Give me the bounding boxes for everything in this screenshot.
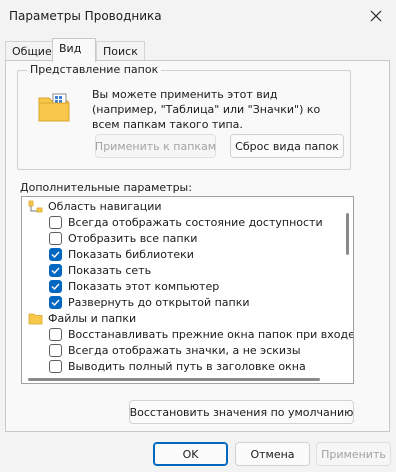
- check-icon: [51, 299, 60, 306]
- list-item-label: Область навигации: [48, 199, 162, 213]
- list-item[interactable]: Отобразить все папки: [49, 230, 353, 246]
- checkbox[interactable]: [49, 279, 62, 293]
- tab-label: Вид: [59, 42, 82, 55]
- list-item[interactable]: Всегда отображать состояние доступности: [49, 214, 353, 230]
- folder-view-description: Вы можете применить этот вид (например, …: [92, 88, 321, 131]
- close-button[interactable]: [356, 0, 396, 32]
- list-item-label: Всегда отображать состояние доступности: [68, 215, 323, 229]
- ok-button[interactable]: OK: [153, 442, 228, 466]
- check-icon: [51, 251, 60, 258]
- checkbox[interactable]: [49, 231, 62, 245]
- close-icon: [370, 10, 382, 22]
- list-item-label: Файлы и папки: [48, 311, 137, 325]
- tab-label: Поиск: [103, 45, 138, 58]
- list-item-label: Восстанавливать прежние окна папок при в…: [68, 327, 354, 341]
- list-item[interactable]: Восстанавливать прежние окна папок при в…: [49, 326, 354, 342]
- checkbox[interactable]: [49, 247, 62, 261]
- tab-general[interactable]: Общие: [5, 41, 59, 61]
- list-item: Файлы и папки: [28, 310, 348, 326]
- nav-pane-icon: [28, 200, 43, 212]
- list-item[interactable]: Всегда отображать значки, а не эскизы: [49, 342, 353, 358]
- dialog-footer: OK Отмена Применить: [0, 432, 396, 472]
- list-item[interactable]: Показать библиотеки: [49, 246, 353, 262]
- list-item-label: Выводить полный путь в заголовке окна: [68, 359, 306, 373]
- apply-button[interactable]: Применить: [316, 442, 391, 466]
- advanced-settings-label: Дополнительные параметры:: [20, 181, 192, 194]
- tab-label: Общие: [12, 45, 52, 58]
- vertical-scrollbar[interactable]: [346, 213, 349, 255]
- check-icon: [51, 267, 60, 274]
- folder-icon: [28, 313, 43, 324]
- list-item-label: Показать библиотеки: [68, 247, 194, 261]
- checkbox[interactable]: [49, 295, 62, 309]
- tab-view[interactable]: Вид: [52, 38, 96, 62]
- list-item[interactable]: Показать этот компьютер: [49, 278, 353, 294]
- list-item-label: Показать этот компьютер: [68, 279, 220, 293]
- checkbox[interactable]: [49, 215, 62, 229]
- checkbox[interactable]: [49, 359, 62, 373]
- list-item-label: Развернуть до открытой папки: [68, 295, 250, 309]
- list-item-label: Отобразить все папки: [68, 231, 198, 245]
- checkbox[interactable]: [49, 343, 62, 357]
- tab-search[interactable]: Поиск: [96, 41, 145, 61]
- reset-folders-button[interactable]: Сброс вида папок: [230, 134, 344, 158]
- horizontal-scrollbar[interactable]: [28, 378, 320, 381]
- window-title: Параметры Проводника: [9, 9, 162, 23]
- checkbox[interactable]: [49, 327, 62, 341]
- list-item-label: Всегда отображать значки, а не эскизы: [68, 343, 301, 357]
- check-icon: [51, 283, 60, 290]
- list-item: Область навигации: [28, 198, 348, 214]
- restore-defaults-button[interactable]: Восстановить значения по умолчанию: [129, 400, 354, 424]
- list-item[interactable]: Развернуть до открытой папки: [49, 294, 353, 310]
- list-item[interactable]: Показать сеть: [49, 262, 353, 278]
- title-bar: Параметры Проводника: [0, 0, 396, 34]
- folder-view-group-title: Представление папок: [27, 63, 162, 76]
- advanced-settings-list[interactable]: Область навигации Всегда отображать сост…: [21, 196, 354, 384]
- folder-view-icon: [38, 93, 70, 122]
- checkbox[interactable]: [49, 263, 62, 277]
- list-item-label: Показать сеть: [68, 263, 152, 277]
- cancel-button[interactable]: Отмена: [235, 442, 310, 466]
- folder-view-group: Представление папок Вы можете применить …: [17, 63, 351, 170]
- apply-to-folders-button[interactable]: Применить к папкам: [95, 134, 216, 158]
- list-item[interactable]: Выводить полный путь в заголовке окна: [49, 358, 353, 374]
